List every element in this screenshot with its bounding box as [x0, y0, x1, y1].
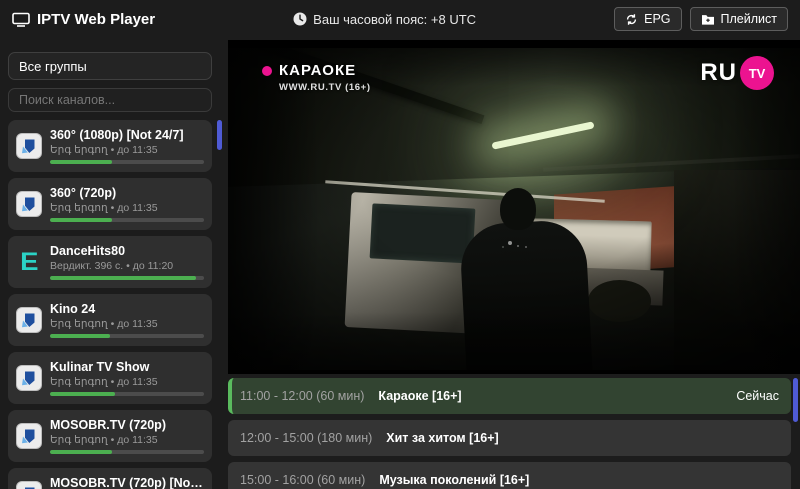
channel-logo-icon: E	[16, 307, 42, 333]
channel-name: Kulinar TV Show	[50, 360, 204, 374]
channel-name: MOSOBR.TV (720p)	[50, 418, 204, 432]
channel-item[interactable]: E MOSOBR.TV (720p) [Not 24/7] Երգ երգող …	[8, 468, 212, 489]
channel-item[interactable]: E MOSOBR.TV (720p) Երգ երգող • до 11:35	[8, 410, 212, 462]
onscreen-program-title: КАРАОКЕ	[279, 62, 356, 79]
channel-current-program: Երգ երգող • до 11:35	[50, 434, 204, 446]
folder-plus-icon	[701, 13, 715, 25]
channel-text: MOSOBR.TV (720p) [Not 24/7] Երգ երգող • …	[50, 476, 204, 489]
epg-time-range: 15:00 - 16:00 (60 мин)	[240, 473, 365, 487]
channel-name: 360° (1080p) [Not 24/7]	[50, 128, 204, 142]
channel-logo-icon: E	[16, 191, 42, 217]
epg-button-label: EPG	[644, 12, 670, 26]
channel-text: 360° (1080p) [Not 24/7] Երգ երգող • до 1…	[50, 128, 204, 164]
channel-progress-track	[50, 334, 204, 338]
channel-text: MOSOBR.TV (720p) Երգ երգող • до 11:35	[50, 418, 204, 454]
channel-progress-track	[50, 450, 204, 454]
channel-current-program: Вердикт. 396 с. • до 11:20	[50, 260, 204, 272]
playlist-button-label: Плейлист	[721, 12, 777, 26]
channel-progress-fill	[50, 392, 115, 396]
group-select[interactable]: Все группы	[8, 52, 212, 80]
channel-progress-fill	[50, 218, 112, 222]
channel-logo-icon: E	[16, 249, 42, 275]
scene-vignette	[228, 48, 800, 370]
epg-scrollbar-thumb[interactable]	[793, 378, 798, 422]
sidebar: Все группы E 360° (1080p) [No	[0, 38, 222, 489]
playlist-button[interactable]: Плейлист	[690, 7, 788, 31]
channel-current-program: Երգ երգող • до 11:35	[50, 202, 204, 214]
video-scene-garage	[228, 48, 800, 370]
channel-current-program: Երգ երգող • до 11:35	[50, 318, 204, 330]
epg-program-title: Караоке [16+]	[378, 389, 461, 403]
channel-item[interactable]: E Kino 24 Երգ երգող • до 11:35	[8, 294, 212, 346]
channel-current-program: Երգ երգող • до 11:35	[50, 376, 204, 388]
channel-progress-fill	[50, 334, 110, 338]
channel-current-program: Երգ երգող • до 11:35	[50, 144, 204, 156]
channel-progress-track	[50, 218, 204, 222]
epg-now-badge: Сейчас	[736, 389, 779, 403]
channel-logo-icon: E	[16, 133, 42, 159]
channel-item[interactable]: E Kulinar TV Show Երգ երգող • до 11:35	[8, 352, 212, 404]
epg-row[interactable]: 15:00 - 16:00 (60 мин) Музыка поколений …	[228, 462, 791, 489]
channel-name: Kino 24	[50, 302, 204, 316]
onscreen-channel-overlay: КАРАОКЕ WWW.RU.TV (16+)	[262, 62, 371, 93]
video-player[interactable]: КАРАОКЕ WWW.RU.TV (16+) RU TV	[228, 40, 800, 374]
clock-icon	[293, 12, 307, 26]
channel-search-input[interactable]	[8, 88, 212, 112]
epg-program-title: Хит за хитом [16+]	[386, 431, 498, 445]
epg-row[interactable]: 11:00 - 12:00 (60 мин) Караоке [16+] Сей…	[228, 378, 791, 414]
epg-button[interactable]: EPG	[614, 7, 681, 31]
live-dot-icon	[262, 66, 272, 76]
channel-progress-fill	[50, 276, 196, 280]
channel-logo-icon: E	[16, 423, 42, 449]
channel-progress-track	[50, 392, 204, 396]
channel-list: E 360° (1080p) [Not 24/7] Երգ երգող • до…	[8, 120, 222, 489]
content-area: Все группы E 360° (1080p) [No	[0, 38, 800, 489]
epg-time-range: 12:00 - 15:00 (180 мин)	[240, 431, 372, 445]
group-select-value: Все группы	[19, 59, 87, 74]
channel-text: 360° (720p) Երգ երգող • до 11:35	[50, 186, 204, 222]
app-brand: IPTV Web Player	[12, 11, 155, 28]
channel-progress-track	[50, 276, 204, 280]
channel-progress-fill	[50, 450, 112, 454]
channel-item[interactable]: E 360° (720p) Երգ երգող • до 11:35	[8, 178, 212, 230]
channel-progress-fill	[50, 160, 112, 164]
channel-item[interactable]: E 360° (1080p) [Not 24/7] Երգ երգող • до…	[8, 120, 212, 172]
channel-name: 360° (720p)	[50, 186, 204, 200]
channel-name: DanceHits80	[50, 244, 204, 258]
watermark-tv-circle: TV	[740, 56, 774, 90]
main-column: КАРАОКЕ WWW.RU.TV (16+) RU TV 11:00 - 12…	[228, 38, 800, 489]
channel-text: Kino 24 Երգ երգող • до 11:35	[50, 302, 204, 338]
epg-program-title: Музыка поколений [16+]	[379, 473, 529, 487]
app-title: IPTV Web Player	[37, 11, 155, 28]
channel-logo-icon: E	[16, 481, 42, 489]
channel-progress-track	[50, 160, 204, 164]
refresh-icon	[625, 13, 638, 26]
header-buttons: EPG Плейлист	[614, 7, 788, 31]
rutv-watermark: RU TV	[700, 56, 774, 90]
channel-logo-icon: E	[16, 365, 42, 391]
tv-monitor-icon	[12, 12, 30, 27]
channel-item[interactable]: E DanceHits80 Вердикт. 396 с. • до 11:20	[8, 236, 212, 288]
timezone-info: Ваш часовой пояс: +8 UTC	[293, 12, 476, 27]
app-header: IPTV Web Player Ваш часовой пояс: +8 UTC…	[0, 0, 800, 38]
channel-text: DanceHits80 Вердикт. 396 с. • до 11:20	[50, 244, 204, 280]
epg-row[interactable]: 12:00 - 15:00 (180 мин) Хит за хитом [16…	[228, 420, 791, 456]
onscreen-url-label: WWW.RU.TV (16+)	[279, 82, 371, 93]
channel-text: Kulinar TV Show Երգ երգող • до 11:35	[50, 360, 204, 396]
channel-logo-e-glyph: E	[20, 250, 38, 275]
channel-list-scrollbar-thumb[interactable]	[217, 120, 222, 150]
watermark-ru-text: RU	[700, 59, 737, 87]
epg-time-range: 11:00 - 12:00 (60 мин)	[240, 389, 364, 403]
epg-program-list: 11:00 - 12:00 (60 мин) Караоке [16+] Сей…	[228, 378, 800, 489]
timezone-label: Ваш часовой пояс: +8 UTC	[313, 12, 476, 27]
channel-name: MOSOBR.TV (720p) [Not 24/7]	[50, 476, 204, 489]
